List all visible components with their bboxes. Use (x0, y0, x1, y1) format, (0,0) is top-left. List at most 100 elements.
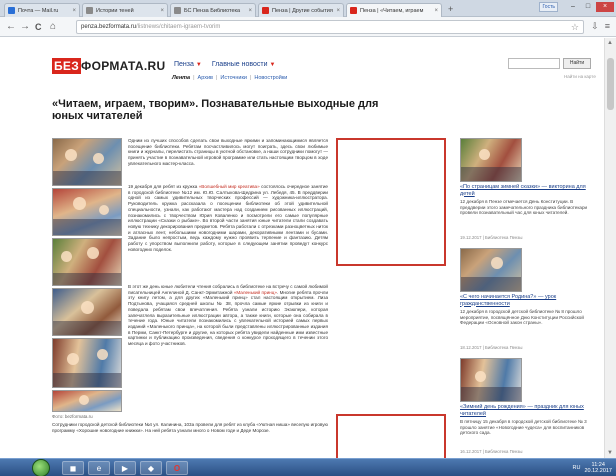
ad-banner[interactable] (336, 138, 446, 266)
download-icon[interactable]: ⇩ (591, 21, 599, 32)
bezformata-favicon-icon (262, 7, 269, 14)
tab-label: Почта — Mail.ru (18, 7, 59, 14)
language-indicator[interactable]: RU (573, 465, 581, 471)
back-arrow-icon[interactable]: ← (6, 21, 16, 33)
site-search-input[interactable] (508, 58, 560, 69)
article-headline: «Читаем, играем, творим». Познавательные… (52, 98, 379, 122)
paragraph-text: 19 декабря для ребят из кружка (128, 184, 199, 189)
close-window-button[interactable]: × (596, 2, 614, 12)
taskbar-chrome-icon[interactable]: ◆ (140, 461, 162, 475)
bezformata-favicon-icon (350, 7, 357, 14)
club-link[interactable]: «Волшебный мир креатива» (199, 184, 260, 189)
tab-label: Пенза | «Читаем, играем (360, 7, 424, 14)
url-text: penza.bezformata.ru/listnews/chitaem-igr… (81, 24, 220, 30)
nav-item-city[interactable]: Пенза ▼ (174, 61, 202, 68)
subnav-feed[interactable]: Лента (172, 75, 190, 81)
article-paragraph: 19 декабря для ребят из кружка «Волшебны… (128, 184, 328, 280)
book-link[interactable]: «Маленький принц» (234, 290, 277, 295)
nav-item-label: Пенза (174, 61, 194, 68)
sidebar-news-meta: 18.12.2017 | Библиотека Пензы (460, 345, 523, 350)
system-tray: RU 11:24 20.12.2017 (573, 462, 612, 474)
browser-tab-events[interactable]: Пенза | Другие события × (258, 3, 344, 17)
search-button[interactable]: Найти (563, 58, 591, 69)
scrollbar-thumb[interactable] (607, 58, 614, 110)
subnav-archive[interactable]: Архив (198, 75, 213, 81)
paragraph-text: состоялось очередное занятие в городской… (128, 184, 328, 252)
article-photo (52, 390, 122, 412)
sub-navigation: Лента | Архив | Источники | Новостройки (172, 75, 287, 81)
minimize-button[interactable]: – (566, 2, 580, 12)
sidebar-news-meta: 16.12.2017 | Библиотека Пензы (460, 449, 523, 454)
site-logo[interactable]: БЕЗ ФОРМАТА.RU (52, 58, 165, 74)
article-paragraph: В этот же день юные любители чтения собр… (128, 284, 328, 412)
tab-close-icon[interactable]: × (72, 8, 76, 14)
start-button[interactable] (32, 459, 50, 476)
taskbar-media-icon[interactable]: ▶ (114, 461, 136, 475)
taskbar-ie-icon[interactable]: e (88, 461, 110, 475)
browser-tab-article[interactable]: Пенза | «Читаем, играем × (346, 3, 442, 17)
clock[interactable]: 11:24 20.12.2017 (584, 462, 612, 474)
subnav-sources[interactable]: Источники (220, 75, 247, 81)
clock-date: 20.12.2017 (584, 468, 612, 474)
top-navigation: Пенза ▼ Главные новости ▼ (174, 61, 275, 68)
tab-close-icon[interactable]: × (336, 8, 340, 14)
dropdown-arrow-icon: ▼ (269, 62, 276, 68)
bookmark-star-icon[interactable]: ☆ (571, 22, 579, 33)
tab-close-icon[interactable]: × (434, 8, 438, 14)
nav-item-main-news[interactable]: Главные новости ▼ (212, 61, 276, 68)
url-path: /listnews/chitaem-igraem-tvorim (136, 24, 221, 30)
subnav-new-buildings[interactable]: Новостройки (254, 75, 287, 81)
maximize-button[interactable]: □ (581, 2, 595, 12)
page-scrollbar[interactable]: ▲ ▼ (604, 38, 616, 458)
article-photo (52, 138, 122, 186)
sidebar-news-title[interactable]: «По страницам зимней сказки» — викторина… (460, 184, 592, 197)
sidebar-news-text: 12 декабря в Пензе отмечается День Конст… (460, 199, 588, 215)
tab-close-icon[interactable]: × (160, 8, 164, 14)
article-paragraph: Одним из лучших способов сделать свои вы… (128, 138, 328, 166)
browser-toolbar: ← → C ⌂ penza.bezformata.ru/listnews/chi… (0, 17, 616, 37)
reload-icon[interactable]: C (35, 21, 42, 33)
home-icon[interactable]: ⌂ (50, 21, 56, 33)
scroll-down-icon[interactable]: ▼ (607, 450, 613, 456)
sidebar-news-title[interactable]: «С чего начинается Родина?» — урок гражд… (460, 294, 592, 307)
taskbar-explorer-icon[interactable]: ◼ (62, 461, 84, 475)
address-bar[interactable]: penza.bezformata.ru/listnews/chitaem-igr… (76, 20, 584, 34)
sidebar-news-title[interactable]: «Зимний день рождения» — праздник для юн… (460, 404, 592, 417)
article-paragraph: Сотрудники городской детской библиотеки … (52, 422, 328, 433)
ad-banner[interactable] (336, 414, 446, 458)
user-badge[interactable]: Гость (539, 2, 558, 12)
sidebar-news-meta: 19.12.2017 | Библиотека Пензы (460, 235, 523, 240)
tab-label: Пенза | Другие события (272, 7, 333, 14)
toolbar-right-icons: ⇩ ≡ (591, 21, 610, 32)
windows-taskbar: ◼ e ▶ ◆ O RU 11:24 20.12.2017 (0, 458, 616, 476)
browser-tab-mail[interactable]: Почта — Mail.ru × (4, 3, 80, 17)
logo-part-rest: ФОРМАТА.RU (81, 59, 166, 73)
sidebar-news-text: В пятницу 15 декабря в городской детской… (460, 419, 587, 435)
sidebar-news-item[interactable]: «Зимний день рождения» — праздник для юн… (460, 358, 592, 454)
page-viewport: БЕЗ ФОРМАТА.RU Пенза ▼ Главные новости ▼… (0, 38, 604, 458)
nav-item-label: Главные новости (211, 61, 268, 68)
tab-close-icon[interactable]: × (248, 8, 252, 14)
sidebar-news-item[interactable]: «По страницам зимней сказки» — викторина… (460, 138, 592, 240)
dropdown-arrow-icon: ▼ (195, 62, 202, 68)
browser-tab-library[interactable]: БС Пенза Библиотека × (170, 3, 256, 17)
sidebar-news-image[interactable] (460, 248, 522, 292)
tab-label: Истории теней (96, 7, 134, 14)
taskbar-opera-icon[interactable]: O (166, 461, 188, 475)
forward-arrow-icon[interactable]: → (20, 21, 30, 33)
browser-tab-shadows[interactable]: Истории теней × (82, 3, 168, 17)
new-tab-button[interactable]: + (448, 5, 453, 14)
window-controls: – □ × (566, 2, 614, 12)
paragraph-text: . Многие ребята прочли эту книгу летом, … (128, 289, 328, 347)
page-favicon-icon (86, 7, 93, 14)
menu-icon[interactable]: ≡ (605, 21, 610, 32)
subnav-separator: | (193, 75, 195, 81)
article-photo (52, 288, 122, 336)
sidebar-news-image[interactable] (460, 358, 522, 402)
map-search-link[interactable]: Найти на карте (564, 74, 596, 79)
scroll-up-icon[interactable]: ▲ (607, 40, 613, 46)
sidebar-news-item[interactable]: «С чего начинается Родина?» — урок гражд… (460, 248, 592, 350)
tab-label: БС Пенза Библиотека (184, 7, 241, 14)
article-photo (52, 238, 122, 286)
sidebar-news-image[interactable] (460, 138, 522, 182)
